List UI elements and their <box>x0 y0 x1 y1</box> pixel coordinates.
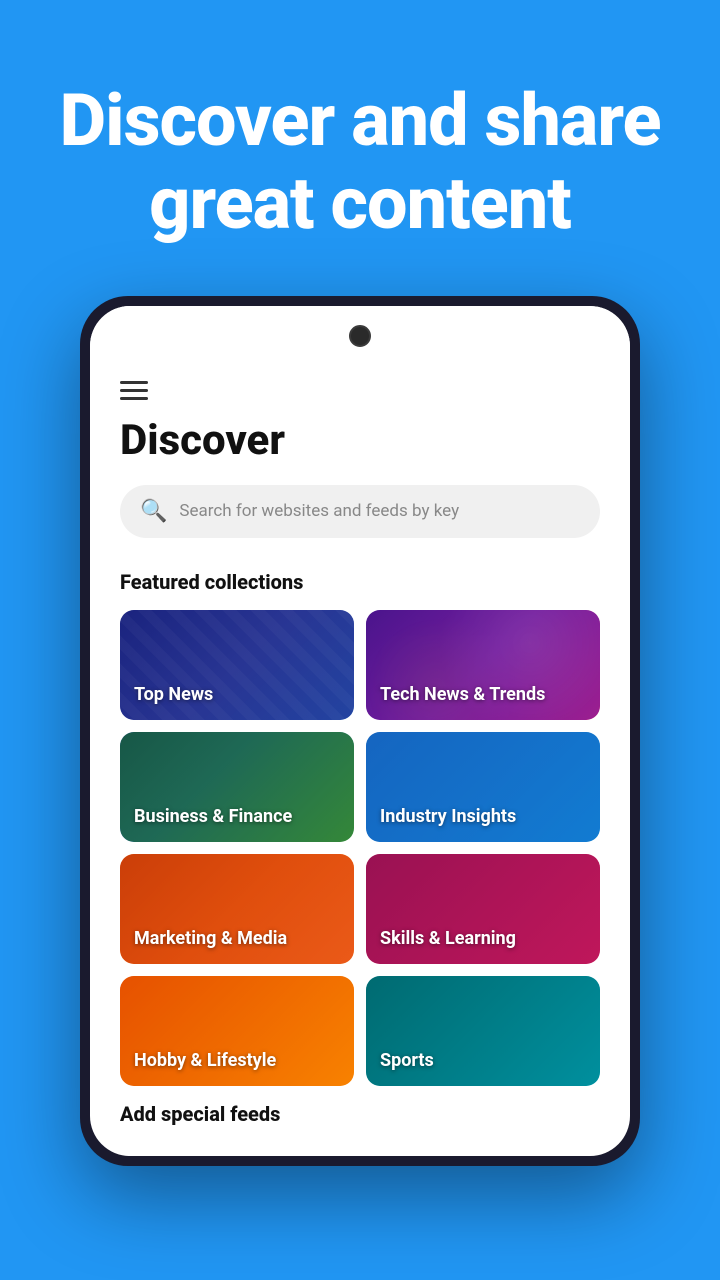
card-label-hobby: Hobby & Lifestyle <box>134 1050 276 1072</box>
card-label-top-news: Top News <box>134 684 213 706</box>
featured-collections-label: Featured collections <box>120 570 600 594</box>
collection-card-sports[interactable]: Sports <box>366 976 600 1086</box>
card-label-skills: Skills & Learning <box>380 928 516 950</box>
collection-card-business[interactable]: Business & Finance <box>120 732 354 842</box>
collection-card-tech-news[interactable]: Tech News & Trends <box>366 610 600 720</box>
card-label-marketing: Marketing & Media <box>134 928 287 950</box>
hamburger-menu[interactable] <box>120 381 600 400</box>
search-icon: 🔍 <box>140 499 167 524</box>
search-bar[interactable]: 🔍 Search for websites and feeds by key <box>120 485 600 538</box>
card-label-tech-news: Tech News & Trends <box>380 684 545 706</box>
add-feeds-section: Add special feeds <box>120 1102 600 1126</box>
add-feeds-title: Add special feeds <box>120 1102 600 1126</box>
collection-card-skills[interactable]: Skills & Learning <box>366 854 600 964</box>
hero-title: Discover and share great content <box>40 80 680 246</box>
hero-section: Discover and share great content <box>0 0 720 296</box>
collection-card-industry[interactable]: Industry Insights <box>366 732 600 842</box>
collection-card-hobby[interactable]: Hobby & Lifestyle <box>120 976 354 1086</box>
card-label-industry: Industry Insights <box>380 806 516 828</box>
collection-card-top-news[interactable]: Top News <box>120 610 354 720</box>
collections-grid: Top News Tech News & Trends Business & F… <box>120 610 600 1086</box>
phone-screen: Discover 🔍 Search for websites and feeds… <box>90 306 630 1156</box>
card-label-business: Business & Finance <box>134 806 292 828</box>
collection-card-marketing[interactable]: Marketing & Media <box>120 854 354 964</box>
card-label-sports: Sports <box>380 1050 434 1072</box>
app-content: Discover 🔍 Search for websites and feeds… <box>90 366 630 1156</box>
phone-notch <box>90 306 630 366</box>
page-title: Discover <box>120 416 600 465</box>
search-placeholder-text: Search for websites and feeds by key <box>179 501 459 521</box>
phone-mockup: Discover 🔍 Search for websites and feeds… <box>80 296 640 1166</box>
phone-camera <box>349 325 371 347</box>
